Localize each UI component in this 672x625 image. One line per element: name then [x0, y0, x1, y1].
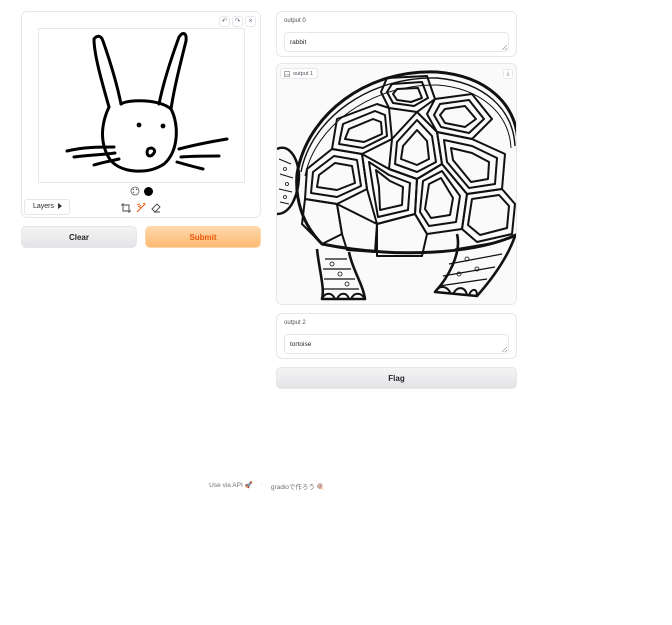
redo-icon[interactable]: ↷ [232, 16, 243, 27]
tortoise-image [277, 64, 516, 304]
output-0-panel: output 0 rabbit [276, 11, 517, 57]
built-with-gradio-link[interactable]: gradioで作ろう 🍭 [271, 481, 325, 491]
image-icon [284, 70, 290, 77]
sketchpad-panel: ↶ ↷ × Layers [21, 11, 261, 218]
crop-icon[interactable] [121, 203, 131, 213]
output-2-textbox[interactable]: tortoise [284, 334, 509, 354]
built-with-gradio-label: gradioで作ろう [270, 484, 315, 491]
brush-icon[interactable] [136, 203, 146, 213]
output-1-label-badge: output 1 [280, 68, 318, 79]
sketch-canvas[interactable] [38, 28, 245, 183]
output-2-label: output 2 [284, 320, 306, 326]
rabbit-drawing [65, 32, 229, 173]
rocket-icon: 🚀 [244, 482, 253, 489]
gradio-logo-icon: 🍭 [316, 484, 325, 491]
output-1-panel: output 1 ⤓ [276, 63, 517, 305]
undo-icon[interactable]: ↶ [219, 16, 230, 27]
resize-handle-icon[interactable] [502, 347, 507, 352]
output-0-label: output 0 [284, 18, 306, 24]
brush-row [22, 186, 260, 196]
output-1-label: output 1 [293, 70, 313, 77]
edit-tools [22, 203, 260, 213]
footer: Use via API 🚀 · gradioで作ろう 🍭 [0, 481, 534, 491]
flag-button[interactable]: Flag [276, 367, 517, 389]
clear-button[interactable]: Clear [21, 226, 137, 248]
output-0-textbox[interactable]: rabbit [284, 32, 509, 52]
download-icon[interactable]: ⤓ [503, 69, 513, 79]
footer-separator: · [260, 481, 263, 488]
use-via-api-label: Use via API [209, 482, 243, 489]
close-icon[interactable]: × [245, 16, 256, 27]
brush-color-swatch[interactable] [143, 186, 153, 196]
output-2-panel: output 2 tortoise [276, 313, 517, 359]
use-via-api-link[interactable]: Use via API 🚀 [209, 481, 253, 491]
resize-handle-icon[interactable] [502, 45, 507, 50]
history-toolbar: ↶ ↷ × [219, 16, 256, 27]
palette-icon[interactable] [130, 186, 140, 196]
eraser-icon[interactable] [151, 203, 161, 213]
submit-button[interactable]: Submit [145, 226, 261, 248]
